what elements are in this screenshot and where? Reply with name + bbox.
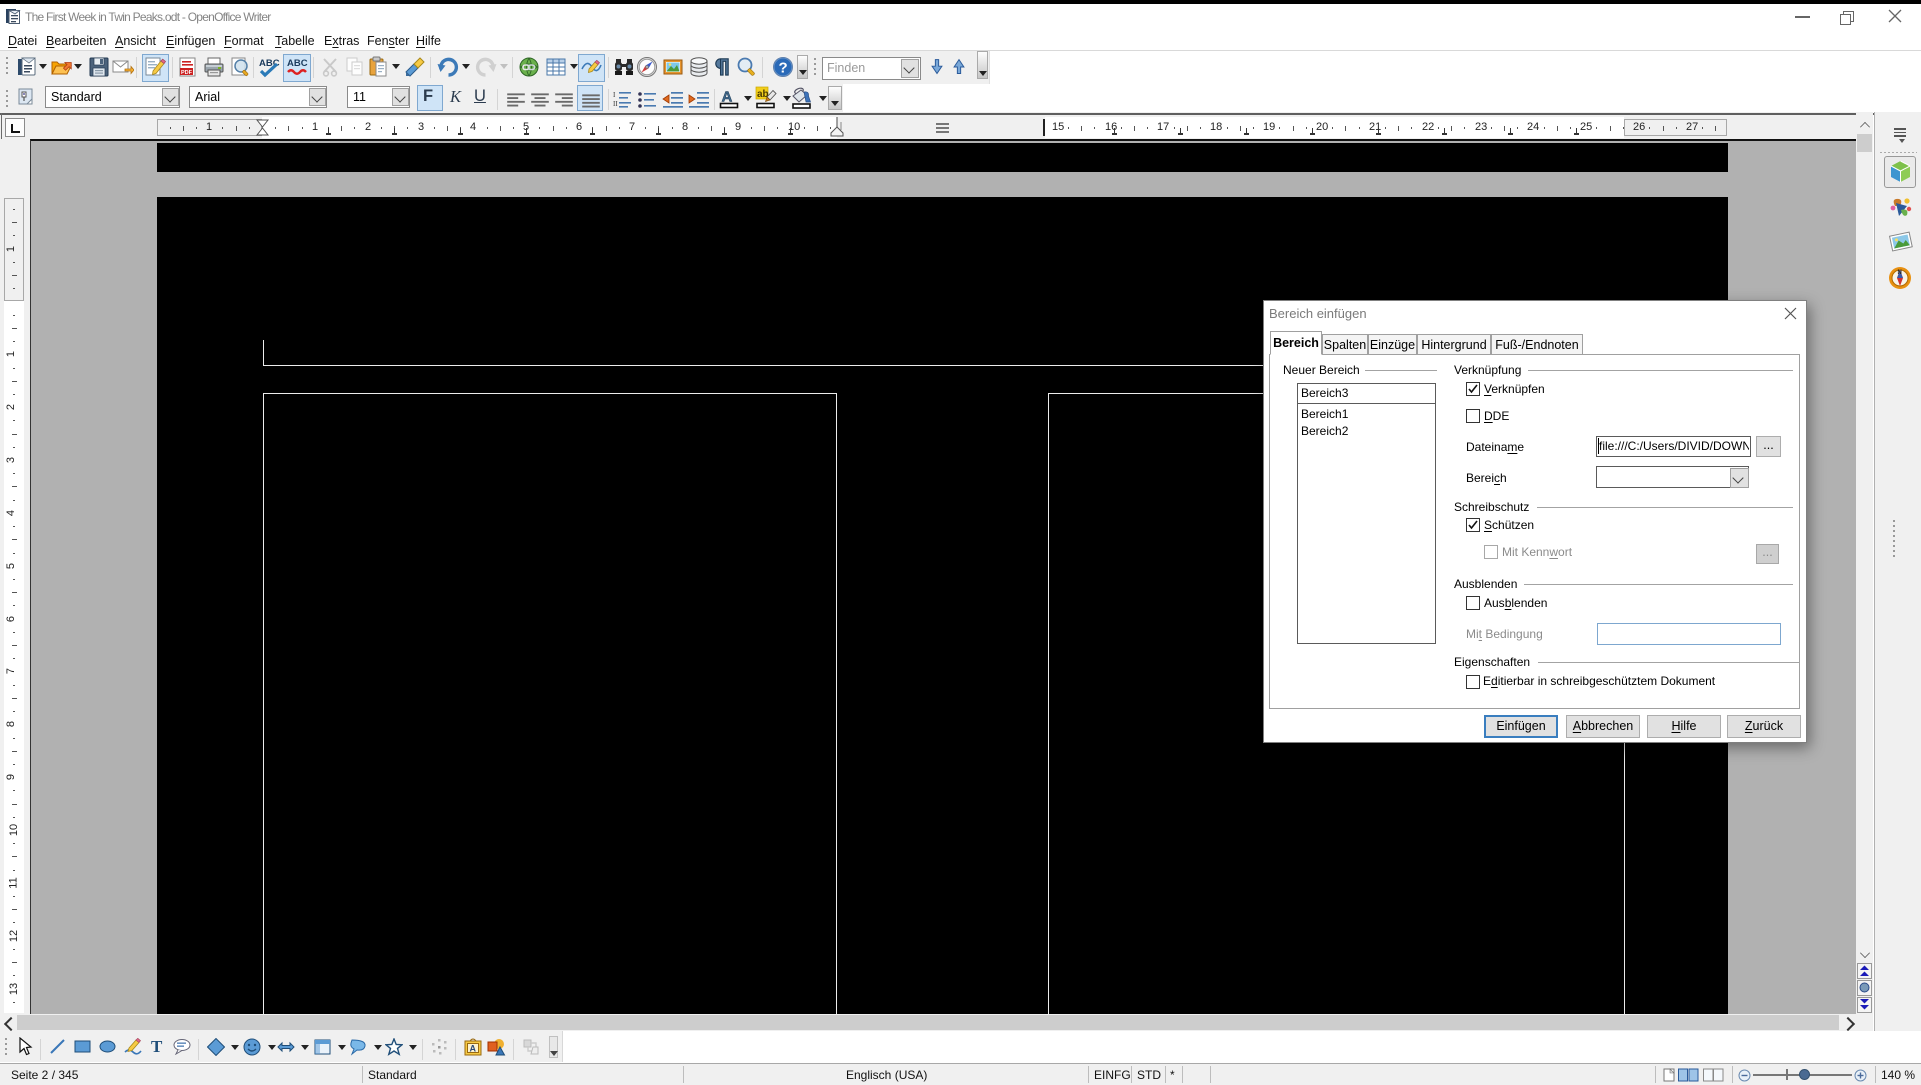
svg-text:I: I <box>613 91 616 99</box>
svg-text:ABC: ABC <box>287 58 308 69</box>
svg-text:II: II <box>613 100 618 108</box>
svg-text:PDF: PDF <box>181 70 193 76</box>
svg-text:A: A <box>470 1044 477 1054</box>
svg-text:N: N <box>1898 270 1902 276</box>
svg-text:?: ? <box>779 60 788 77</box>
svg-text:ABC: ABC <box>259 58 280 69</box>
